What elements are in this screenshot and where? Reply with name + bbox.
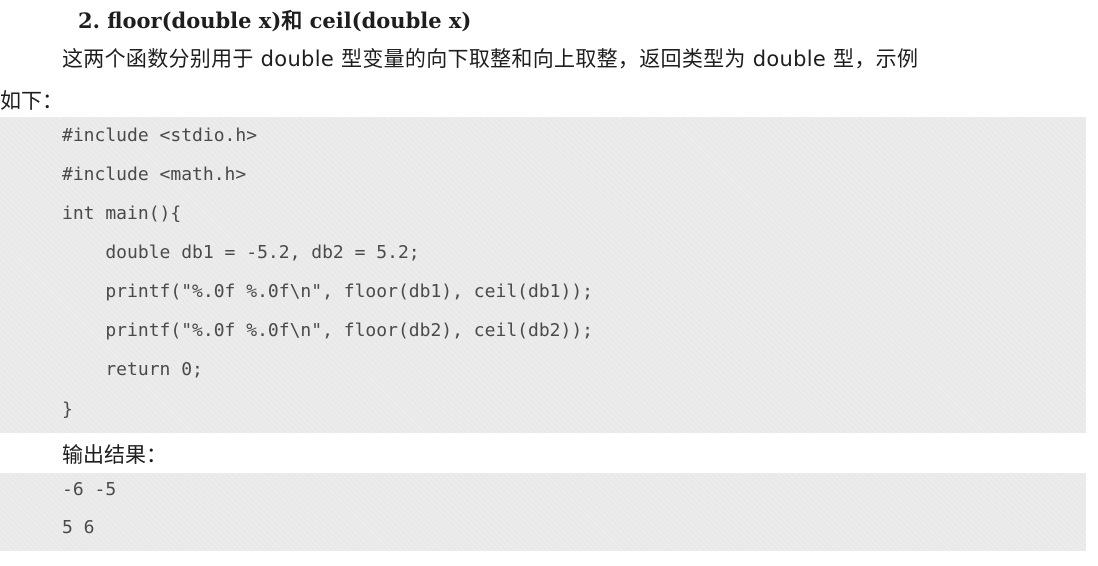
code-line: double db1 = -5.2, db2 = 5.2; xyxy=(62,242,420,263)
code-line: int main(){ xyxy=(62,203,182,224)
code-example-block: #include <stdio.h> #include <math.h> int… xyxy=(0,117,1086,433)
code-line: #include <stdio.h> xyxy=(62,125,258,146)
code-line: } xyxy=(62,399,73,420)
description-line-2: 如下： xyxy=(0,89,63,113)
output-line: 5 6 xyxy=(62,517,95,538)
code-line: #include <math.h> xyxy=(62,164,247,185)
description-line-1: 这两个函数分别用于 double 型变量的向下取整和向上取整，返回类型为 dou… xyxy=(62,47,919,71)
output-block: -6 -5 5 6 xyxy=(0,473,1086,551)
code-line: printf("%.0f %.0f\n", floor(db1), ceil(d… xyxy=(62,281,594,302)
output-label: 输出结果： xyxy=(62,443,167,467)
code-line: return 0; xyxy=(62,359,203,380)
output-line: -6 -5 xyxy=(62,479,117,500)
code-line: printf("%.0f %.0f\n", floor(db2), ceil(d… xyxy=(62,320,594,341)
section-heading: 2. floor(double x)和 ceil(double x) xyxy=(78,8,472,33)
